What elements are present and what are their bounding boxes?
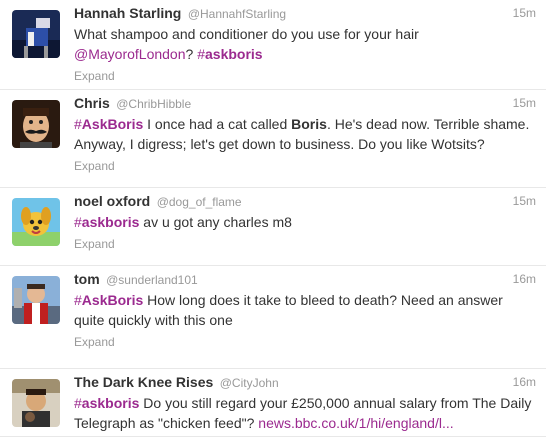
hash-symbol: # <box>74 116 82 132</box>
tweet-header: Chris @ChribHibble <box>74 94 536 112</box>
tweet-header: noel oxford @dog_of_flame <box>74 192 536 210</box>
tweet-timeline: Hannah Starling @HannahfStarling 15m Wha… <box>0 0 546 437</box>
hash-symbol: # <box>197 46 205 62</box>
author-handle[interactable]: @sunderland101 <box>106 273 198 287</box>
url-link[interactable]: news.bbc.co.uk/1/hi/england/l... <box>258 415 453 431</box>
tweet-text: #AskBoris I once had a cat called Boris.… <box>74 114 536 154</box>
avatar[interactable] <box>12 198 60 246</box>
avatar[interactable] <box>12 276 60 324</box>
tweet-text-part: What shampoo and conditioner do you use … <box>74 26 419 42</box>
author-name[interactable]: Chris <box>74 95 110 111</box>
author-handle[interactable]: @HannahfStarling <box>188 7 286 21</box>
author-name[interactable]: tom <box>74 271 100 287</box>
hashtag-text: askboris <box>205 46 263 62</box>
hashtag-text: AskBoris <box>81 292 144 308</box>
author-name[interactable]: The Dark Knee Rises <box>74 374 213 390</box>
avatar[interactable] <box>12 100 60 148</box>
hashtag-link[interactable]: #AskBoris <box>74 292 143 308</box>
tweet-timestamp[interactable]: 15m <box>513 4 536 22</box>
tweet-item[interactable]: Chris @ChribHibble 15m #AskBoris I once … <box>0 90 546 188</box>
tweet-item[interactable]: noel oxford @dog_of_flame 15m #askboris … <box>0 188 546 266</box>
tweet-header: tom @sunderland101 <box>74 270 536 288</box>
tweet-timestamp[interactable]: 15m <box>513 192 536 210</box>
tweet-text-part: I once had a cat called <box>143 116 292 132</box>
bold-text: Boris <box>291 116 327 132</box>
hashtag-link[interactable]: #askboris <box>74 395 139 411</box>
author-handle[interactable]: @CityJohn <box>220 376 279 390</box>
expand-link[interactable]: Expand <box>74 236 536 252</box>
tweet-item[interactable]: Hannah Starling @HannahfStarling 15m Wha… <box>0 0 546 90</box>
tweet-header: The Dark Knee Rises @CityJohn <box>74 373 536 391</box>
tweet-item[interactable]: tom @sunderland101 16m #AskBoris How lon… <box>0 266 546 369</box>
hashtag-text: askboris <box>81 214 140 230</box>
hash-symbol: # <box>74 395 82 411</box>
hash-symbol: # <box>74 292 82 308</box>
hashtag-text: AskBoris <box>81 116 144 132</box>
author-name[interactable]: noel oxford <box>74 193 150 209</box>
hashtag-link[interactable]: #askboris <box>74 214 139 230</box>
hashtag-link[interactable]: #askboris <box>197 46 262 62</box>
expand-link[interactable]: Expand <box>74 158 536 174</box>
hash-symbol: # <box>74 214 82 230</box>
avatar[interactable] <box>12 379 60 427</box>
tweet-text: #AskBoris How long does it take to bleed… <box>74 290 536 330</box>
tweet-timestamp[interactable]: 16m <box>513 270 536 288</box>
tweet-item[interactable]: The Dark Knee Rises @CityJohn 16m #askbo… <box>0 369 546 437</box>
avatar[interactable] <box>12 10 60 58</box>
tweet-header: Hannah Starling @HannahfStarling <box>74 4 536 22</box>
expand-link[interactable]: Expand <box>74 68 536 84</box>
hashtag-text: askboris <box>81 395 140 411</box>
author-handle[interactable]: @ChribHibble <box>116 97 191 111</box>
expand-link[interactable]: Expand <box>74 334 536 350</box>
author-handle[interactable]: @dog_of_flame <box>157 195 242 209</box>
mention-link[interactable]: @MayorofLondon <box>74 46 186 62</box>
hashtag-link[interactable]: #AskBoris <box>74 116 143 132</box>
tweet-text: #askboris av u got any charles m8 <box>74 212 536 232</box>
author-name[interactable]: Hannah Starling <box>74 5 181 21</box>
tweet-text: #askboris Do you still regard your £250,… <box>74 393 536 433</box>
tweet-text-part: av u got any charles m8 <box>139 214 292 230</box>
tweet-text-part: ? <box>185 46 198 62</box>
tweet-text: What shampoo and conditioner do you use … <box>74 24 536 64</box>
tweet-timestamp[interactable]: 15m <box>513 94 536 112</box>
tweet-timestamp[interactable]: 16m <box>513 373 536 391</box>
